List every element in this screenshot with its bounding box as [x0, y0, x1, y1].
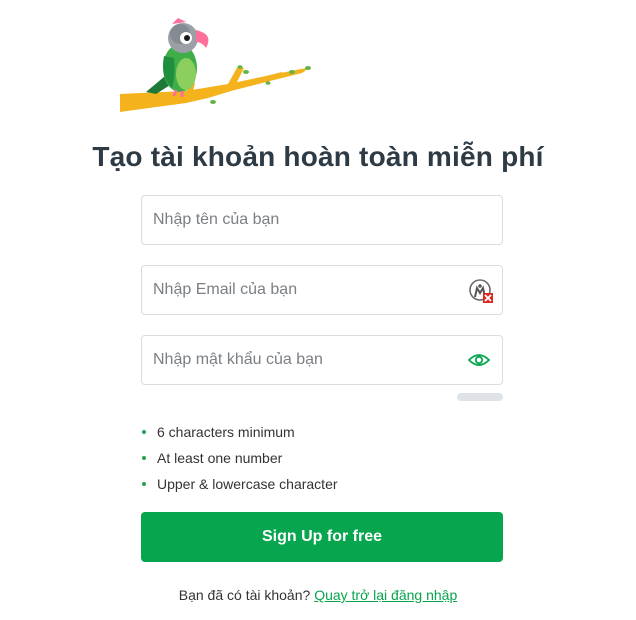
email-field[interactable] [141, 265, 503, 315]
back-to-login-link[interactable]: Quay trở lại đăng nhập [314, 587, 457, 603]
page-title: Tạo tài khoản hoàn toàn miễn phí [92, 141, 544, 172]
parrot-mascot-illustration [120, 18, 311, 112]
name-input[interactable] [142, 196, 453, 244]
login-prompt-line: Bạn đã có tài khoản? Quay trở lại đăng n… [0, 587, 636, 603]
name-field[interactable] [141, 195, 503, 245]
password-rule: Upper & lowercase character [141, 476, 338, 502]
password-rule: 6 characters minimum [141, 424, 338, 450]
signup-button[interactable]: Sign Up for free [141, 512, 503, 562]
login-prompt-text: Bạn đã có tài khoản? [178, 587, 311, 603]
password-input[interactable] [142, 336, 453, 384]
password-strength-bar [457, 393, 503, 401]
password-rule: At least one number [141, 450, 338, 476]
eye-icon[interactable] [468, 351, 490, 369]
email-input[interactable] [142, 266, 453, 314]
password-field[interactable] [141, 335, 503, 385]
password-rules-list: 6 characters minimum At least one number… [141, 424, 338, 502]
password-manager-autofill-icon[interactable] [468, 278, 494, 304]
